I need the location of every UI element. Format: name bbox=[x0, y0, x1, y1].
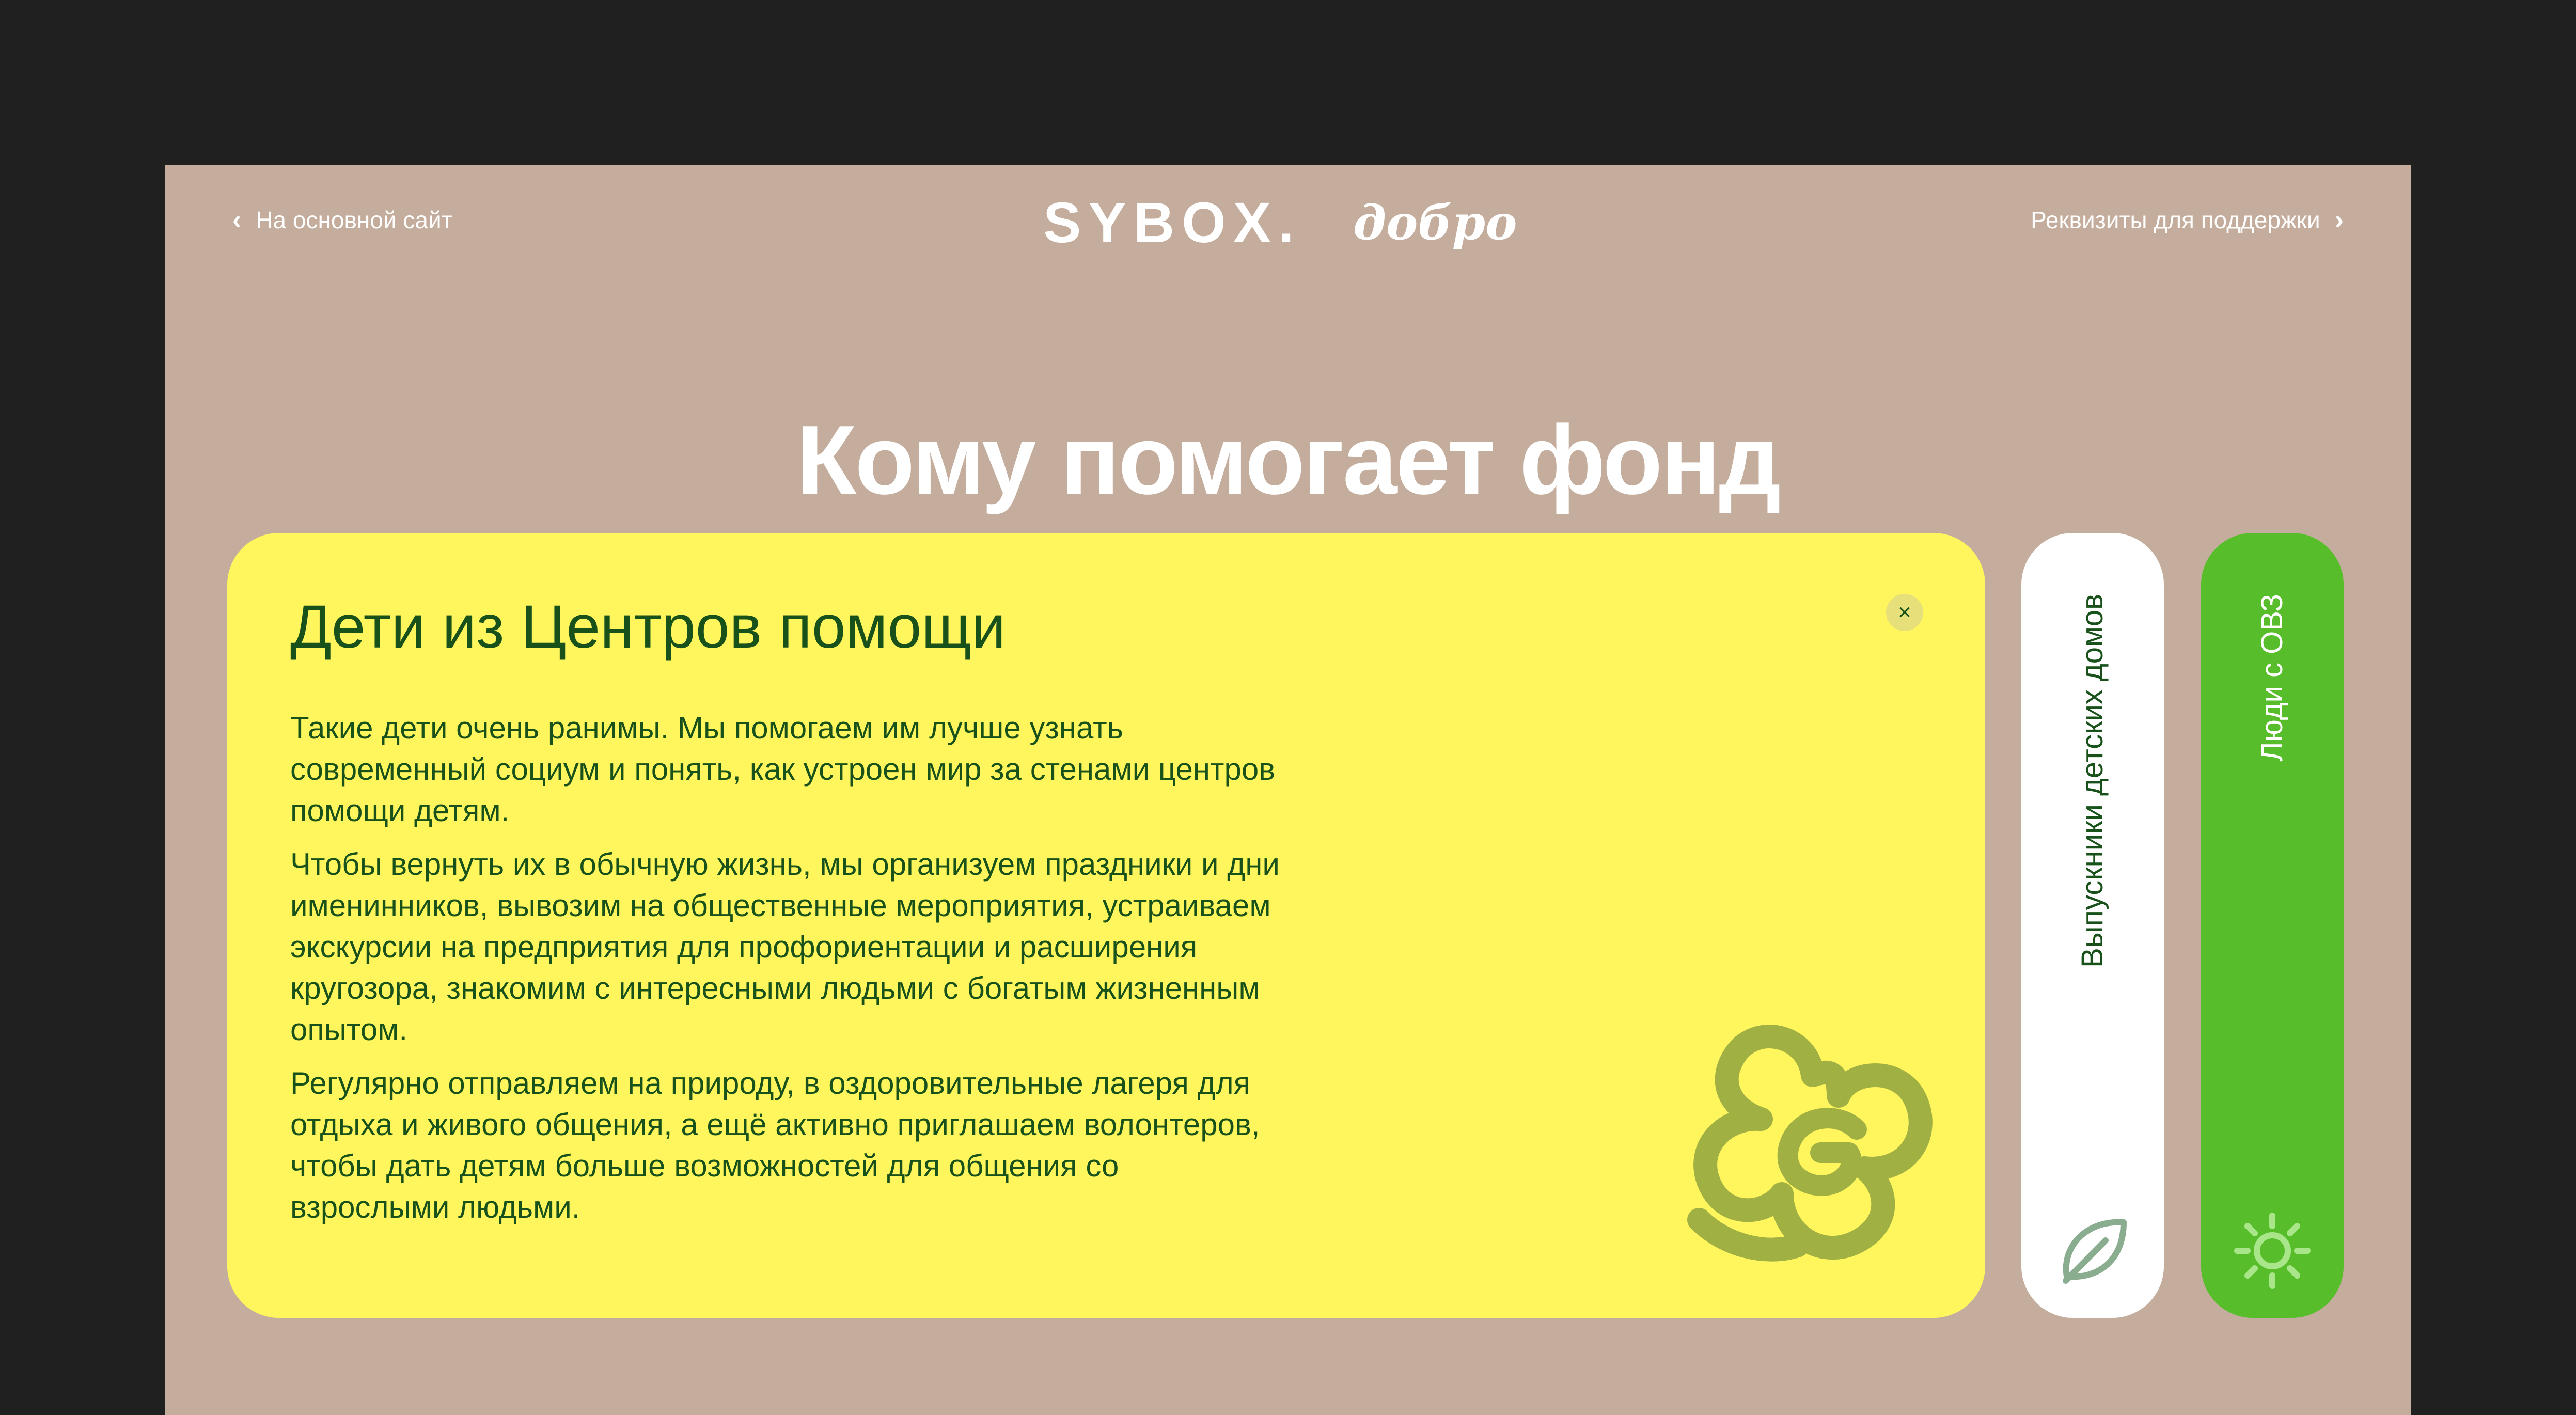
tab-orphanage-graduates[interactable]: Выпускники детских домов bbox=[2021, 533, 2164, 1318]
card-paragraph: Такие дети очень ранимы. Мы помогаем им … bbox=[290, 711, 1276, 828]
chevron-right-icon: › bbox=[2334, 205, 2344, 235]
flower-g-icon bbox=[1687, 1025, 1933, 1262]
close-button[interactable]: × bbox=[1886, 594, 1923, 631]
card-title: Дети из Центров помощи bbox=[290, 593, 1006, 661]
tab-label: Люди с ОВЗ bbox=[2255, 594, 2289, 762]
page-frame: ‹ На основной сайт SYBOX. добро Реквизит… bbox=[165, 165, 2411, 1415]
card-description: Такие дети очень ранимы. Мы помогаем им … bbox=[290, 707, 1282, 1240]
logo-wordmark: SYBOX. bbox=[1043, 191, 1301, 255]
support-link-label: Реквизиты для поддержки bbox=[2031, 207, 2320, 233]
logo[interactable]: SYBOX. добро bbox=[1043, 189, 1539, 256]
tab-label: Выпускники детских домов bbox=[2076, 594, 2109, 968]
card-paragraph: Регулярно отправляем на природу, в оздор… bbox=[290, 1066, 1260, 1224]
support-details-link[interactable]: Реквизиты для поддержки › bbox=[2031, 194, 2344, 246]
leaf-icon bbox=[2063, 1219, 2127, 1284]
chevron-left-icon: ‹ bbox=[232, 205, 242, 235]
back-link-label: На основной сайт bbox=[256, 207, 452, 233]
close-icon: × bbox=[1898, 600, 1911, 625]
back-to-main-site-link[interactable]: ‹ На основной сайт bbox=[232, 194, 452, 246]
category-card-expanded: Дети из Центров помощи × Такие дети очен… bbox=[227, 533, 1985, 1318]
card-paragraph: Чтобы вернуть их в обычную жизнь, мы орг… bbox=[290, 847, 1280, 1047]
tab-people-with-disabilities[interactable]: Люди с ОВЗ bbox=[2201, 533, 2344, 1318]
logo-script: добро bbox=[1353, 195, 1517, 250]
sun-icon bbox=[2234, 1213, 2311, 1289]
page-title: Кому помогает фонд bbox=[796, 405, 1781, 515]
